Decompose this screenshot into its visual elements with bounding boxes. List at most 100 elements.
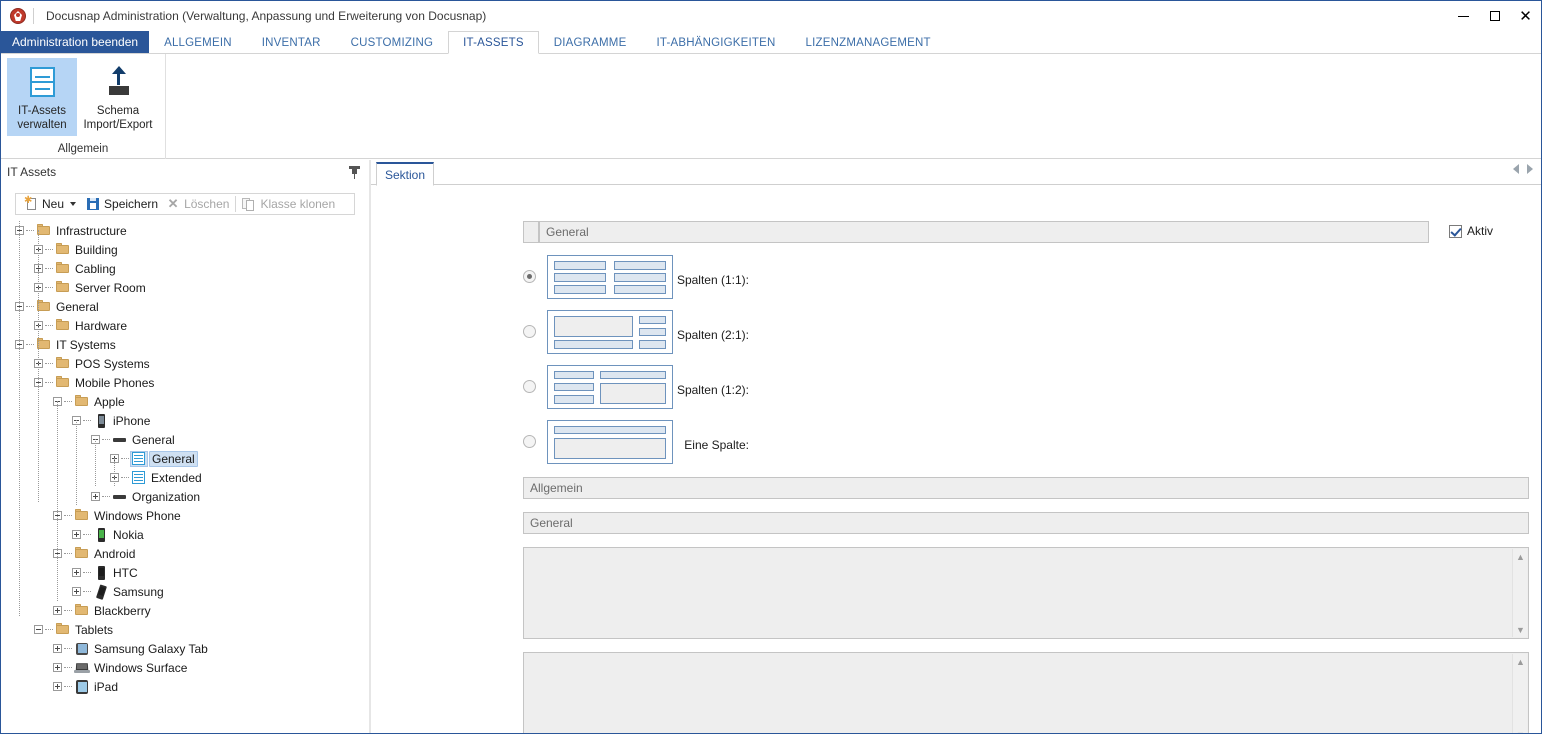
beschreibung-deutsch-scrollbar[interactable]: ▲ ▼ xyxy=(1512,549,1527,637)
tree-connector xyxy=(83,420,91,421)
tree-node-label: Hardware xyxy=(75,318,128,333)
aktiv-checkbox[interactable] xyxy=(1449,224,1462,238)
expand-icon[interactable] xyxy=(53,663,62,672)
tree-node[interactable]: Samsung Galaxy Tab xyxy=(15,639,355,658)
tree-node[interactable]: Infrastructure xyxy=(15,221,355,240)
tree-node[interactable]: iPad xyxy=(15,677,355,696)
neu-button[interactable]: ✱ Neu xyxy=(20,194,82,214)
tree-node[interactable]: iPhone xyxy=(15,411,355,430)
tree-node[interactable]: Samsung xyxy=(15,582,355,601)
beschreibung-deutsch-textarea[interactable]: ▲ ▼ xyxy=(523,547,1529,639)
new-page-icon: ✱ xyxy=(24,196,38,211)
expand-icon[interactable] xyxy=(53,606,62,615)
title-bar: Docusnap Administration (Verwaltung, Anp… xyxy=(1,1,1541,31)
it-assets-panel-header: IT Assets xyxy=(1,160,369,183)
tree-connector xyxy=(83,591,91,592)
tree-node[interactable]: Mobile Phones xyxy=(15,373,355,392)
tree-node[interactable]: General xyxy=(15,297,355,316)
text-deutsch-input[interactable]: Allgemein xyxy=(523,477,1529,499)
tree-connector xyxy=(45,268,53,269)
expand-icon[interactable] xyxy=(91,492,100,501)
tree-node[interactable]: Building xyxy=(15,240,355,259)
tab-customizing[interactable]: CUSTOMIZING xyxy=(336,31,449,53)
tab-diagramme[interactable]: DIAGRAMME xyxy=(539,31,642,53)
scroll-down-icon[interactable]: ▼ xyxy=(1513,727,1528,734)
tree-node-label: IT Systems xyxy=(56,337,116,352)
chevron-left-icon[interactable] xyxy=(1513,164,1519,174)
tree-node[interactable]: Server Room xyxy=(15,278,355,297)
tab-allgemein[interactable]: ALLGEMEIN xyxy=(149,31,247,53)
pin-icon[interactable] xyxy=(349,165,361,179)
minimize-button[interactable] xyxy=(1448,2,1479,31)
tree-node[interactable]: Hardware xyxy=(15,316,355,335)
tab-inventar[interactable]: INVENTAR xyxy=(247,31,336,53)
close-button[interactable]: ✕ xyxy=(1510,2,1541,31)
loeschen-button[interactable]: ✕ Löschen xyxy=(162,194,233,214)
it-assets-verwalten-button[interactable]: IT-Assets verwalten xyxy=(7,58,77,136)
administration-beenden-button[interactable]: Administration beenden xyxy=(1,31,150,53)
tree-guide-line xyxy=(76,420,77,505)
schema-import-export-button[interactable]: Schema Import/Export xyxy=(77,58,159,136)
name-prefix-button[interactable] xyxy=(523,221,539,243)
expand-icon[interactable] xyxy=(72,587,81,596)
tree-node[interactable]: Windows Surface xyxy=(15,658,355,677)
beschreibung-englisch-textarea[interactable]: ▲ ▼ xyxy=(523,652,1529,734)
one-col-preview[interactable] xyxy=(547,420,673,464)
tab-it-abhaengigkeiten[interactable]: IT-ABHÄNGIGKEITEN xyxy=(641,31,790,53)
tree-connector xyxy=(102,439,110,440)
zwei-spalten-2-1-radio[interactable] xyxy=(523,325,536,338)
two-col-1-1-preview[interactable] xyxy=(547,255,673,299)
tree-node[interactable]: General xyxy=(15,449,355,468)
scroll-down-icon[interactable]: ▼ xyxy=(1513,622,1528,637)
tree-node[interactable]: General xyxy=(15,430,355,449)
chevron-right-icon[interactable] xyxy=(1527,164,1533,174)
tree-node[interactable]: Blackberry xyxy=(15,601,355,620)
tree-guide-line xyxy=(57,401,58,601)
speichern-button[interactable]: Speichern xyxy=(82,194,162,214)
chevron-down-icon[interactable] xyxy=(70,202,77,206)
eine-spalte-radio[interactable] xyxy=(523,435,536,448)
zwei-spalten-1-1-radio[interactable] xyxy=(523,270,536,283)
tree-node[interactable]: Organization xyxy=(15,487,355,506)
klasse-klonen-button[interactable]: Klasse klonen xyxy=(238,194,339,214)
aktiv-checkbox-row[interactable]: Aktiv xyxy=(1449,224,1493,238)
expand-icon[interactable] xyxy=(53,644,62,653)
tree-node[interactable]: IT Systems xyxy=(15,335,355,354)
tree-node-label: Windows Phone xyxy=(94,508,181,523)
tree-node-label: Nokia xyxy=(113,527,144,542)
detail-panel: Sektion Name: General Aktiv Zwei Spalten… xyxy=(371,160,1541,733)
tree-node-label: Building xyxy=(75,242,118,257)
tree-node[interactable]: POS Systems xyxy=(15,354,355,373)
tree-node[interactable]: Cabling xyxy=(15,259,355,278)
tree-node[interactable]: Android xyxy=(15,544,355,563)
expand-icon[interactable] xyxy=(72,568,81,577)
tree-node[interactable]: Tablets xyxy=(15,620,355,639)
tree-node-label: iPhone xyxy=(113,413,151,428)
beschreibung-englisch-scrollbar[interactable]: ▲ ▼ xyxy=(1512,654,1528,734)
tree-node-label: Organization xyxy=(132,489,201,504)
scroll-up-icon[interactable]: ▲ xyxy=(1513,549,1528,564)
tree-node[interactable]: HTC xyxy=(15,563,355,582)
text-englisch-input[interactable]: General xyxy=(523,512,1529,534)
tab-lizenzmanagement[interactable]: LIZENZMANAGEMENT xyxy=(791,31,946,53)
maximize-button[interactable] xyxy=(1479,2,1510,31)
tree-node[interactable]: Nokia xyxy=(15,525,355,544)
tree-node-label: Extended xyxy=(151,470,202,485)
tree-node[interactable]: Windows Phone xyxy=(15,506,355,525)
tree-node[interactable]: Apple xyxy=(15,392,355,411)
name-input[interactable]: General xyxy=(539,221,1429,243)
two-col-1-2-preview[interactable] xyxy=(547,365,673,409)
tab-it-assets[interactable]: IT-ASSETS xyxy=(448,31,539,54)
expand-icon[interactable] xyxy=(53,682,62,691)
tree-connector xyxy=(64,686,72,687)
tree-connector xyxy=(45,249,53,250)
zwei-spalten-1-2-radio[interactable] xyxy=(523,380,536,393)
tab-sektion[interactable]: Sektion xyxy=(376,162,435,186)
it-assets-tree[interactable]: Infrastructure Building Cabling Server Room… xyxy=(15,221,355,726)
scroll-up-icon[interactable]: ▲ xyxy=(1513,654,1528,669)
collapse-icon[interactable] xyxy=(34,625,43,634)
save-disk-icon xyxy=(86,197,100,211)
tree-node[interactable]: Extended xyxy=(15,468,355,487)
two-col-2-1-preview[interactable] xyxy=(547,310,673,354)
expand-icon[interactable] xyxy=(72,530,81,539)
